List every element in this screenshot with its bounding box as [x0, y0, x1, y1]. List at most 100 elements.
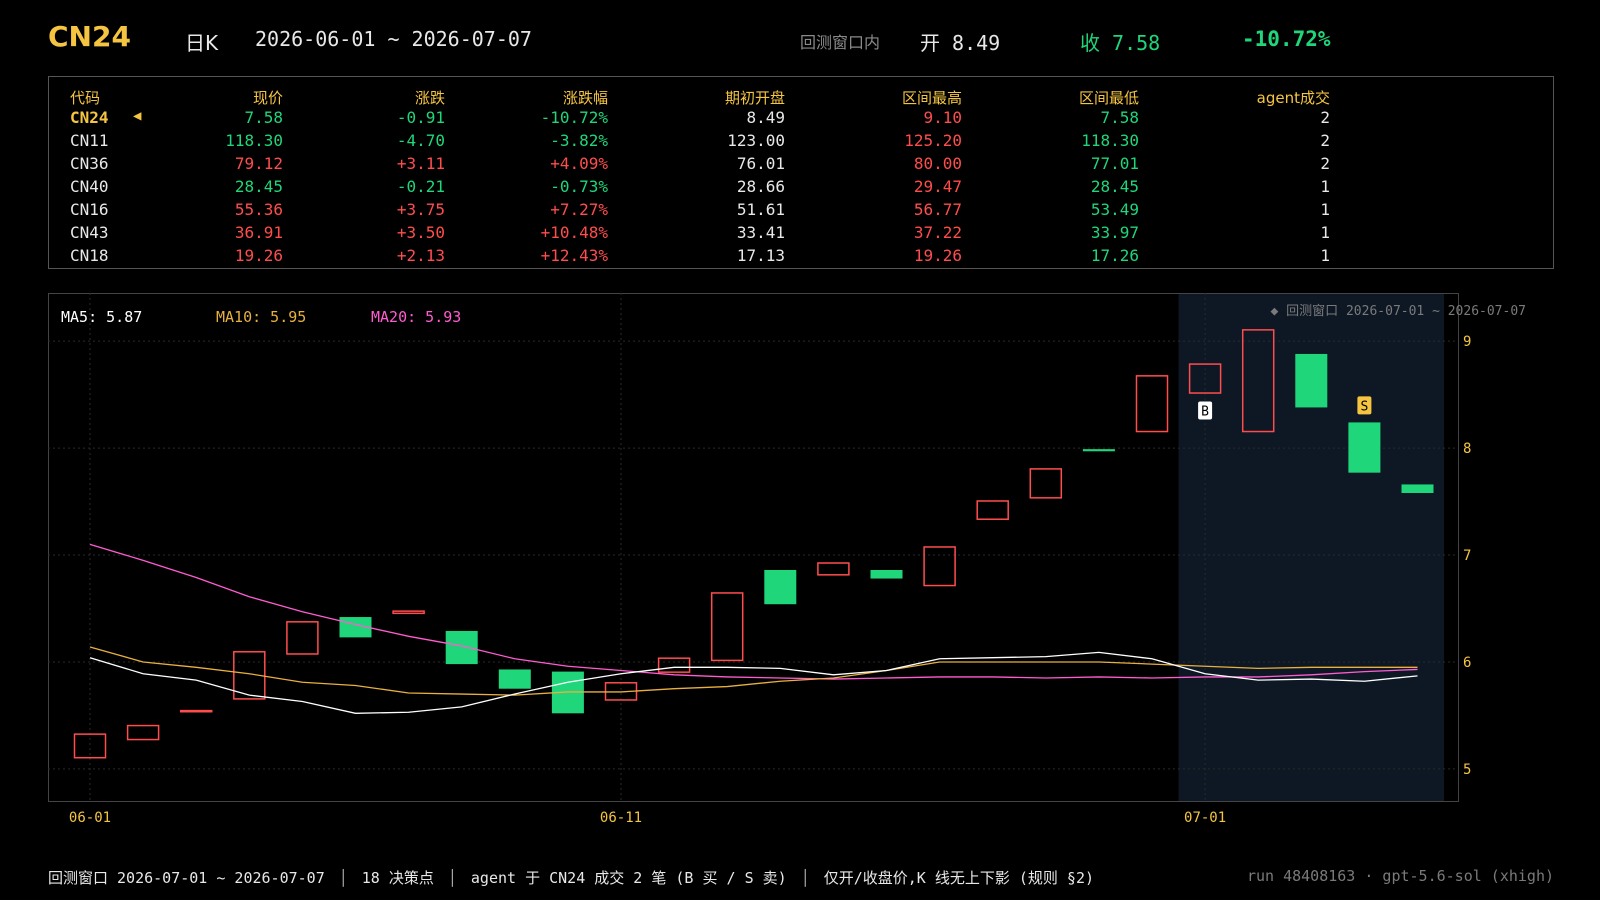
- candle-down[interactable]: [764, 569, 797, 605]
- cell-code: CN11: [70, 131, 109, 150]
- cell-chg: -0.21: [396, 177, 445, 196]
- cell-open: 123.00: [727, 131, 785, 150]
- ma5-legend: MA5: 5.87: [61, 308, 142, 326]
- cell-price: 79.12: [234, 154, 283, 173]
- candle-up[interactable]: [976, 500, 1009, 520]
- candle-up[interactable]: [817, 562, 850, 576]
- cell-chg: +2.13: [396, 246, 445, 265]
- candle-down[interactable]: [1295, 353, 1328, 408]
- cell-chg: -0.91: [396, 108, 445, 127]
- cell-low: 17.26: [1090, 246, 1139, 265]
- candle-up[interactable]: [286, 621, 319, 655]
- col-header-code: 代码: [70, 89, 101, 107]
- col-header-change-pct: 涨跌幅: [562, 89, 608, 107]
- cell-trades: 2: [1320, 108, 1330, 127]
- cell-high: 37.22: [913, 223, 962, 242]
- backtest-window-annotation: ◆ 回测窗口 2026-07-01 ~ 2026-07-07: [1271, 303, 1527, 319]
- cell-code: CN24: [70, 108, 109, 127]
- candle-up[interactable]: [126, 724, 160, 741]
- x-tick-label: 06-01: [69, 810, 111, 826]
- col-header-period-open: 期初开盘: [724, 89, 785, 107]
- cell-pct: -3.82%: [550, 131, 608, 150]
- cell-open: 33.41: [736, 223, 785, 242]
- candle-up[interactable]: [710, 592, 744, 662]
- cell-trades: 1: [1320, 177, 1330, 196]
- current-row-marker: ◀: [133, 108, 142, 124]
- cell-low: 77.01: [1090, 154, 1139, 173]
- cell-code: CN43: [70, 223, 109, 242]
- y-tick-label: 7: [1463, 548, 1471, 564]
- cell-pct: -10.72%: [540, 108, 608, 127]
- candle-down[interactable]: [498, 669, 531, 689]
- cell-chg: +3.75: [396, 200, 445, 219]
- cell-chg: +3.11: [396, 154, 445, 173]
- cell-trades: 2: [1320, 154, 1330, 173]
- cell-trades: 2: [1320, 131, 1330, 150]
- window-close-price: 收 7.58: [1080, 31, 1161, 55]
- y-tick-label: 5: [1463, 762, 1471, 778]
- cell-high: 9.10: [923, 108, 962, 127]
- cell-open: 28.66: [736, 177, 785, 196]
- col-header-price: 现价: [252, 89, 283, 107]
- cell-low: 7.58: [1100, 108, 1139, 127]
- cell-code: CN40: [70, 177, 109, 196]
- candle-up[interactable]: [179, 709, 213, 713]
- cell-chg: +3.50: [396, 223, 445, 242]
- cell-high: 19.26: [913, 246, 962, 265]
- quote-table: 代码 现价 涨跌 涨跌幅 期初开盘 区间最高 区间最低 agent成交 CN24…: [48, 76, 1554, 269]
- cell-price: 28.45: [234, 177, 283, 196]
- footer-rule: 仅开/收盘价,K 线无上下影 (规则 §2): [823, 869, 1095, 887]
- cell-open: 17.13: [736, 246, 785, 265]
- cell-open: 76.01: [736, 154, 785, 173]
- cell-trades: 1: [1320, 246, 1330, 265]
- x-tick-label: 07-01: [1184, 810, 1226, 826]
- window-change-pct: -10.72%: [1242, 27, 1331, 51]
- candle-up[interactable]: [923, 546, 956, 587]
- col-header-agent-trades: agent成交: [1256, 89, 1330, 107]
- period-label: 日K: [185, 31, 219, 55]
- footer-trades: agent 于 CN24 成交 2 笔 (B 买 / S 卖): [470, 869, 787, 887]
- x-tick-label: 06-11: [600, 810, 642, 826]
- candle-up[interactable]: [657, 657, 691, 673]
- cell-price: 7.58: [244, 108, 283, 127]
- candle-down[interactable]: [1348, 422, 1381, 473]
- cell-high: 80.00: [913, 154, 962, 173]
- candle-down[interactable]: [445, 630, 478, 665]
- window-label: 回测窗口内: [800, 33, 881, 52]
- symbol-title: CN24: [48, 20, 131, 53]
- cell-open: 8.49: [746, 108, 785, 127]
- cell-chg: -4.70: [396, 131, 445, 150]
- footer-decisions: 18 决策点: [361, 869, 434, 887]
- cell-open: 51.61: [736, 200, 785, 219]
- candle-up[interactable]: [1029, 468, 1063, 499]
- cell-low: 53.49: [1090, 200, 1139, 219]
- candle-down[interactable]: [1082, 449, 1115, 452]
- cell-pct: +4.09%: [550, 154, 608, 173]
- cell-high: 29.47: [913, 177, 962, 196]
- cell-high: 56.77: [913, 200, 962, 219]
- y-tick-label: 9: [1463, 334, 1471, 350]
- cell-price: 118.30: [225, 131, 283, 150]
- cell-pct: +10.48%: [540, 223, 608, 242]
- cell-code: CN18: [70, 246, 109, 265]
- cell-code: CN36: [70, 154, 109, 173]
- cell-high: 125.20: [904, 131, 962, 150]
- cell-price: 19.26: [234, 246, 283, 265]
- candlestick-chart[interactable]: 5 6 7 8 9 06-01 06-11 07-01 B S MA5: 5.87 MA10: 5.9…: [48, 293, 1548, 838]
- sell-marker-label: S: [1360, 399, 1368, 414]
- cell-trades: 1: [1320, 200, 1330, 219]
- candle-up[interactable]: [1135, 375, 1169, 433]
- col-header-period-low: 区间最低: [1078, 89, 1139, 107]
- ma20-legend: MA20: 5.93: [371, 308, 461, 326]
- ma10-legend: MA10: 5.95: [216, 308, 306, 326]
- run-info: run 48408163 · gpt-5.6-sol (xhigh): [1246, 867, 1554, 885]
- y-tick-label: 6: [1463, 655, 1471, 671]
- candle-down[interactable]: [1401, 484, 1434, 493]
- cell-trades: 1: [1320, 223, 1330, 242]
- date-range: 2026-06-01 ~ 2026-07-07: [255, 27, 532, 51]
- candle-down[interactable]: [870, 569, 903, 579]
- cell-pct: +12.43%: [540, 246, 608, 265]
- candle-up[interactable]: [392, 610, 425, 615]
- cell-low: 33.97: [1090, 223, 1139, 242]
- footer-bar: 回测窗口 2026-07-01 ~ 2026-07-07 │ 18 决策点 │ agen…: [48, 869, 1095, 887]
